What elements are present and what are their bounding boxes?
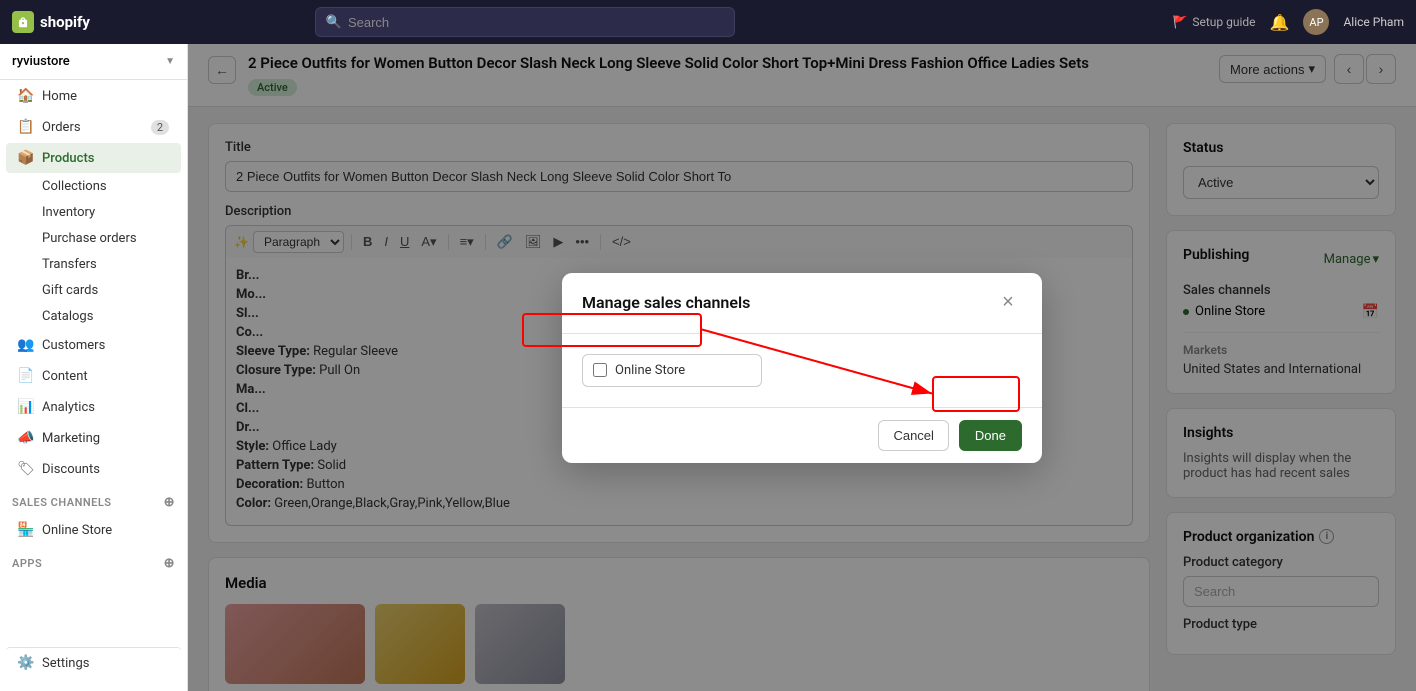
global-search-bar[interactable]: 🔍 (315, 7, 735, 37)
marketing-label: Marketing (42, 431, 100, 446)
sidebar-item-inventory[interactable]: Inventory (34, 200, 181, 225)
chevron-down-icon: ▼ (165, 56, 175, 67)
sidebar-item-discounts[interactable]: 🏷 Discounts (6, 454, 181, 484)
sales-channels-section: Sales channels ⊕ (0, 485, 187, 514)
sidebar-nav: 🏠 Home 📋 Orders 2 📦 Products Collections… (0, 80, 187, 643)
sidebar-item-content[interactable]: 📄 Content (6, 361, 181, 391)
sidebar-item-marketing[interactable]: 📣 Marketing (6, 423, 181, 453)
orders-badge: 2 (151, 120, 169, 135)
products-submenu: Collections Inventory Purchase orders Tr… (0, 174, 187, 329)
content-label: Content (42, 369, 88, 384)
sidebar-item-home[interactable]: 🏠 Home (6, 81, 181, 111)
cancel-button[interactable]: Cancel (878, 420, 948, 451)
user-name: Alice Pham (1343, 15, 1404, 29)
collections-label: Collections (42, 179, 107, 194)
setup-guide-label: Setup guide (1192, 15, 1255, 29)
content-area: ← 2 Piece Outfits for Women Button Decor… (188, 44, 1416, 691)
apps-label: Apps (12, 557, 42, 570)
shopify-wordmark: shopify (40, 13, 90, 31)
modal-overlay: Manage sales channels × Online Store Can… (188, 44, 1416, 691)
done-button[interactable]: Done (959, 420, 1022, 451)
store-selector[interactable]: ryviustore ▼ (0, 44, 187, 80)
settings-label: Settings (42, 656, 89, 671)
marketing-icon: 📣 (18, 430, 34, 446)
settings-icon: ⚙️ (18, 655, 34, 671)
sidebar-home-label: Home (42, 89, 77, 104)
sidebar-item-products[interactable]: 📦 Products (6, 143, 181, 173)
catalogs-label: Catalogs (42, 309, 93, 324)
analytics-label: Analytics (42, 400, 95, 415)
modal-header: Manage sales channels × (562, 273, 1042, 334)
sidebar-products-label: Products (42, 151, 94, 166)
top-nav-right: 🚩 Setup guide 🔔 AP Alice Pham (1172, 9, 1404, 35)
purchase-orders-label: Purchase orders (42, 231, 137, 246)
customers-icon: 👥 (18, 337, 34, 353)
sidebar-item-online-store[interactable]: 🏪 Online Store (6, 515, 181, 545)
online-store-checkbox-label: Online Store (615, 363, 685, 378)
transfers-label: Transfers (42, 257, 97, 272)
modal-close-button[interactable]: × (994, 289, 1022, 317)
flag-icon: 🚩 (1172, 15, 1187, 29)
sidebar-item-collections[interactable]: Collections (34, 174, 181, 199)
online-store-label: Online Store (42, 523, 112, 538)
apps-section: Apps ⊕ (0, 546, 187, 575)
sidebar-item-catalogs[interactable]: Catalogs (34, 304, 181, 329)
analytics-icon: 📊 (18, 399, 34, 415)
modal-title: Manage sales channels (582, 293, 750, 312)
orders-icon: 📋 (18, 119, 34, 135)
sidebar-orders-label: Orders (42, 120, 81, 135)
online-store-checkbox[interactable] (593, 363, 607, 377)
content-icon: 📄 (18, 368, 34, 384)
shopify-logo: shopify (12, 11, 90, 33)
sidebar-item-orders[interactable]: 📋 Orders 2 (6, 112, 181, 142)
global-search-input[interactable] (348, 15, 724, 30)
sidebar-item-customers[interactable]: 👥 Customers (6, 330, 181, 360)
discounts-icon: 🏷 (18, 461, 34, 477)
expand-icon[interactable]: ⊕ (164, 495, 175, 510)
top-navigation: shopify 🔍 🚩 Setup guide 🔔 AP Alice Pham (0, 0, 1416, 44)
setup-guide-button[interactable]: 🚩 Setup guide (1172, 15, 1255, 29)
sidebar-item-settings[interactable]: ⚙️ Settings (6, 647, 181, 678)
discounts-label: Discounts (42, 462, 100, 477)
manage-sales-channels-modal: Manage sales channels × Online Store Can… (562, 273, 1042, 463)
sidebar-item-analytics[interactable]: 📊 Analytics (6, 392, 181, 422)
inventory-label: Inventory (42, 205, 95, 220)
online-store-checkbox-row[interactable]: Online Store (582, 354, 762, 387)
modal-footer: Cancel Done (562, 407, 1042, 463)
shopify-bag-icon (12, 11, 34, 33)
store-name: ryviustore (12, 54, 70, 69)
sales-channels-label: Sales channels (12, 496, 112, 509)
home-icon: 🏠 (18, 88, 34, 104)
customers-label: Customers (42, 338, 105, 353)
modal-body: Online Store (562, 334, 1042, 407)
sidebar-item-purchase-orders[interactable]: Purchase orders (34, 226, 181, 251)
sidebar: ryviustore ▼ 🏠 Home 📋 Orders 2 📦 Product… (0, 44, 188, 691)
products-icon: 📦 (18, 150, 34, 166)
user-avatar[interactable]: AP (1303, 9, 1329, 35)
search-icon: 🔍 (326, 15, 342, 30)
gift-cards-label: Gift cards (42, 283, 98, 298)
online-store-icon: 🏪 (18, 522, 34, 538)
apps-expand-icon[interactable]: ⊕ (164, 556, 175, 571)
notifications-icon[interactable]: 🔔 (1270, 13, 1290, 32)
sidebar-item-transfers[interactable]: Transfers (34, 252, 181, 277)
sidebar-item-gift-cards[interactable]: Gift cards (34, 278, 181, 303)
